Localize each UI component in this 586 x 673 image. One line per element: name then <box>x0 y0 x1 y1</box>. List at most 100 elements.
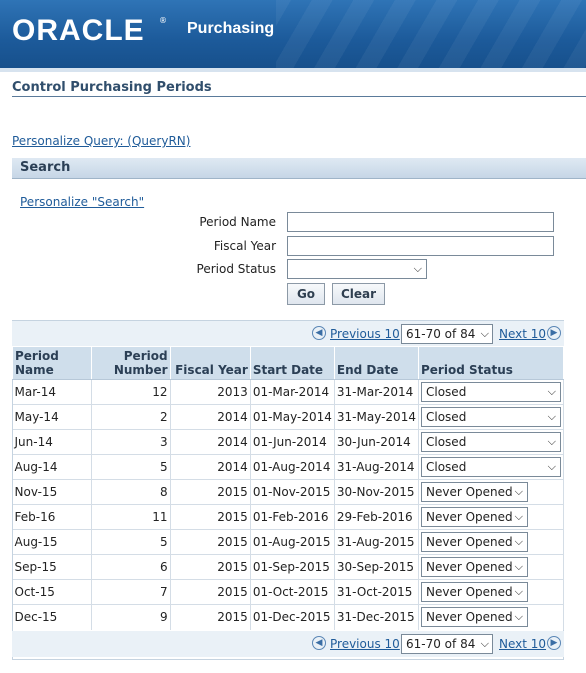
period-number-cell: 5 <box>91 454 171 480</box>
fiscal-year-label: Fiscal Year <box>213 239 276 253</box>
record-range-select[interactable]: 61-70 of 84 ⌵ <box>401 324 493 344</box>
column-period-status[interactable]: Period Status <box>418 346 564 380</box>
period-status-value: Never Opened <box>426 485 513 499</box>
period-status-cell: Never Opened ⌵ <box>418 579 564 605</box>
column-start-date[interactable]: Start Date <box>249 346 335 380</box>
record-range-value: 61-70 of 84 <box>406 637 476 651</box>
period-status-cell: Never Opened ⌵ <box>418 554 564 580</box>
period-status-cell: Never Opened ⌵ <box>418 604 564 630</box>
fiscal-year-cell: 2015 <box>170 529 251 555</box>
period-status-cell: Never Opened ⌵ <box>418 504 564 530</box>
end-date-cell: 29-Feb-2016 <box>334 504 420 530</box>
period-status-dropdown[interactable]: Closed ⌵ <box>421 407 561 427</box>
go-button[interactable]: Go <box>287 283 325 305</box>
start-date-cell: 01-Sep-2015 <box>250 554 335 580</box>
clear-button[interactable]: Clear <box>332 283 385 305</box>
period-status-select[interactable]: ⌵ <box>287 259 427 279</box>
search-region-header: Search <box>12 158 586 179</box>
end-date-cell: 30-Sep-2015 <box>334 554 420 580</box>
fiscal-year-input[interactable] <box>287 236 554 256</box>
column-period-number[interactable]: Period Number <box>90 346 171 380</box>
period-number-cell: 5 <box>91 529 171 555</box>
page-title: Control Purchasing Periods <box>12 80 212 95</box>
period-status-label: Period Status <box>196 262 276 276</box>
period-name-cell: Aug-15 <box>12 529 92 555</box>
period-status-cell: Closed ⌵ <box>418 454 564 480</box>
chevron-down-icon: ⌵ <box>547 435 556 448</box>
period-status-dropdown[interactable]: Never Opened ⌵ <box>421 557 528 577</box>
personalize-query-link[interactable]: Personalize Query: (QueryRN) <box>12 134 190 148</box>
period-number-cell: 8 <box>91 479 171 505</box>
registered-mark: ® <box>159 16 167 25</box>
fiscal-year-cell: 2015 <box>170 604 251 630</box>
period-number-cell: 3 <box>91 429 171 455</box>
chevron-down-icon: ⌵ <box>514 485 523 498</box>
period-status-dropdown[interactable]: Closed ⌵ <box>421 432 561 452</box>
periods-table: Period Name Period Number Fiscal Year St… <box>12 346 564 630</box>
period-status-dropdown[interactable]: Never Opened ⌵ <box>421 482 528 502</box>
fiscal-year-cell: 2014 <box>170 429 251 455</box>
chevron-down-icon: ⌵ <box>547 410 556 423</box>
chevron-down-icon: ⌵ <box>514 535 523 548</box>
chevron-down-icon: ⌵ <box>480 327 489 340</box>
next-arrow-icon[interactable]: ▶ <box>547 326 561 340</box>
personalize-search-link[interactable]: Personalize "Search" <box>20 195 144 209</box>
table-body: Mar-14 12 2013 01-Mar-2014 31-Mar-2014 Closed… <box>12 379 564 630</box>
period-status-dropdown[interactable]: Never Opened ⌵ <box>421 607 528 628</box>
start-date-cell: 01-Feb-2016 <box>250 504 335 530</box>
title-divider <box>12 96 586 97</box>
period-status-dropdown[interactable]: Closed ⌵ <box>421 457 561 477</box>
period-status-value: Never Opened <box>426 610 513 625</box>
end-date-cell: 31-Aug-2014 <box>334 454 420 480</box>
pagination-bottom: ◀ Previous 10 61-70 of 84 ⌵ Next 10 ▶ <box>12 631 564 657</box>
column-period-name[interactable]: Period Name <box>12 346 92 380</box>
period-name-cell: May-14 <box>12 404 92 430</box>
oracle-logo: ORACLE <box>12 14 145 47</box>
period-status-dropdown[interactable]: Closed ⌵ <box>421 382 561 402</box>
previous-link[interactable]: Previous 10 <box>330 327 400 341</box>
table-row: Aug-15 5 2015 01-Aug-2015 31-Aug-2015 Never O… <box>12 529 564 555</box>
next-link[interactable]: Next 10 <box>499 327 546 341</box>
period-name-cell: Feb-16 <box>12 504 92 530</box>
period-status-value: Closed <box>426 385 467 399</box>
start-date-cell: 01-Aug-2014 <box>250 454 335 480</box>
table-row: Jun-14 3 2014 01-Jun-2014 30-Jun-2014 Closed ⌵ <box>12 429 564 455</box>
record-range-select[interactable]: 61-70 of 84 ⌵ <box>401 634 493 654</box>
period-status-dropdown[interactable]: Never Opened ⌵ <box>421 507 528 527</box>
previous-arrow-icon[interactable]: ◀ <box>312 636 326 650</box>
period-status-value: Never Opened <box>426 510 513 524</box>
next-arrow-icon[interactable]: ▶ <box>547 636 561 650</box>
period-status-dropdown[interactable]: Never Opened ⌵ <box>421 582 528 602</box>
start-date-cell: 01-Dec-2015 <box>250 604 335 630</box>
period-name-cell: Aug-14 <box>12 454 92 480</box>
period-status-value: Closed <box>426 435 467 449</box>
pagination-top: ◀ Previous 10 61-70 of 84 ⌵ Next 10 ▶ <box>12 321 564 347</box>
fiscal-year-cell: 2015 <box>170 554 251 580</box>
fiscal-year-cell: 2015 <box>170 479 251 505</box>
table-row: Dec-15 9 2015 01-Dec-2015 31-Dec-2015 Never O… <box>12 604 564 630</box>
period-status-value: Never Opened <box>426 560 513 574</box>
period-name-cell: Sep-15 <box>12 554 92 580</box>
record-range-value: 61-70 of 84 <box>406 327 476 341</box>
previous-link[interactable]: Previous 10 <box>330 637 400 651</box>
period-name-cell: Nov-15 <box>12 479 92 505</box>
period-status-dropdown[interactable]: Never Opened ⌵ <box>421 532 528 552</box>
column-end-date[interactable]: End Date <box>333 346 420 380</box>
previous-arrow-icon[interactable]: ◀ <box>312 326 326 340</box>
end-date-cell: 31-Dec-2015 <box>334 604 420 630</box>
period-status-cell: Closed ⌵ <box>418 404 564 430</box>
table-row: Oct-15 7 2015 01-Oct-2015 31-Oct-2015 Never O… <box>12 579 564 605</box>
end-date-cell: 30-Jun-2014 <box>334 429 420 455</box>
chevron-down-icon: ⌵ <box>514 510 523 523</box>
period-status-cell: Never Opened ⌵ <box>418 479 564 505</box>
start-date-cell: 01-Jun-2014 <box>250 429 335 455</box>
table-row: Aug-14 5 2014 01-Aug-2014 31-Aug-2014 Closed ⌵ <box>12 454 564 480</box>
column-fiscal-year[interactable]: Fiscal Year <box>169 346 251 380</box>
app-name: Purchasing <box>187 20 275 37</box>
next-link[interactable]: Next 10 <box>499 637 546 651</box>
start-date-cell: 01-Oct-2015 <box>250 579 335 605</box>
period-name-input[interactable] <box>287 212 554 232</box>
fiscal-year-cell: 2014 <box>170 454 251 480</box>
period-status-cell: Closed ⌵ <box>418 429 564 455</box>
table-header-row: Period Name Period Number Fiscal Year St… <box>12 346 564 380</box>
